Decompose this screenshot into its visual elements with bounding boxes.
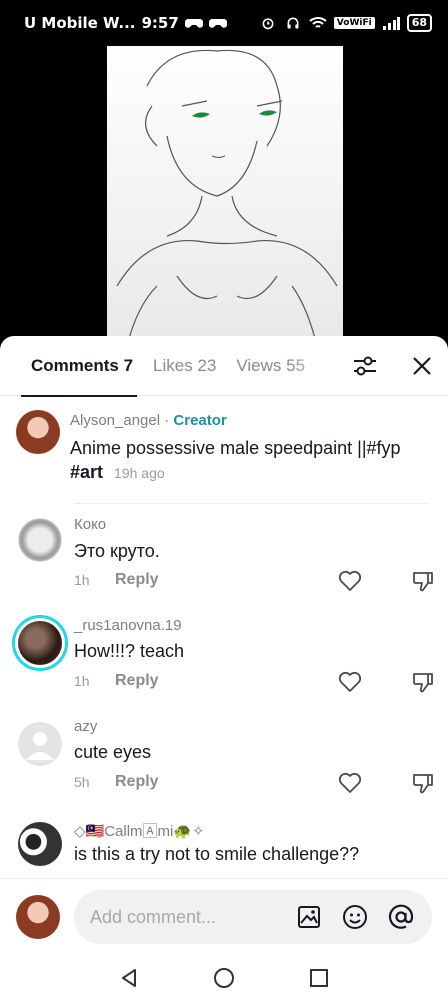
comments-sheet: Comments 7 Likes 23 Views 55 Alyson_ange…	[0, 336, 448, 956]
thumbs-down-icon[interactable]	[411, 772, 435, 794]
thumbs-down-icon[interactable]	[411, 570, 435, 592]
comment-text: Anime possessive male speedpaint ||#fyp	[70, 438, 401, 458]
wifi-icon	[309, 17, 327, 28]
emoji-icon[interactable]	[342, 904, 368, 930]
clock: 9:57	[141, 14, 179, 32]
reply-button[interactable]: Reply	[115, 571, 159, 589]
comment-time: 5h	[74, 774, 90, 790]
game-controller-icon	[184, 19, 203, 28]
close-icon[interactable]	[409, 353, 435, 379]
mention-icon[interactable]	[388, 904, 414, 930]
comment-text: cute eyes	[74, 742, 152, 762]
tab-fade-overlay	[290, 336, 340, 395]
battery-indicator: 68	[406, 14, 432, 32]
video-preview[interactable]	[107, 46, 343, 346]
tab-comments[interactable]: Comments 7	[20, 336, 138, 397]
comment-time: 1h	[74, 673, 90, 689]
comment-item: Alyson_angel · Creator Anime possessive …	[0, 402, 448, 502]
divider	[74, 503, 428, 504]
comment-username[interactable]: azy	[74, 718, 97, 735]
headphones-icon	[287, 17, 299, 29]
default-avatar-icon	[26, 732, 54, 760]
heart-icon[interactable]	[338, 671, 362, 693]
recents-icon[interactable]	[307, 966, 331, 990]
filter-icon[interactable]	[352, 354, 378, 378]
heart-icon[interactable]	[338, 570, 362, 592]
comment-text-cont: #art 19h ago	[70, 462, 165, 482]
tab-bar: Comments 7 Likes 23 Views 55	[0, 336, 448, 397]
avatar[interactable]	[18, 518, 62, 562]
system-nav-bar	[0, 956, 448, 1000]
comment-username[interactable]: Alyson_angel · Creator	[70, 412, 227, 429]
sketch-artwork	[116, 49, 338, 346]
back-icon[interactable]	[117, 966, 141, 990]
comment-input-box[interactable]	[74, 890, 432, 944]
signal-icon	[382, 17, 400, 30]
comment-time: 19h ago	[114, 465, 165, 481]
avatar[interactable]	[18, 822, 62, 866]
carrier-label: U Mobile W...	[24, 14, 136, 32]
heart-icon[interactable]	[338, 772, 362, 794]
comment-text: How!!!? teach	[74, 641, 185, 661]
comment-item: azy cute eyes 5h Reply	[0, 708, 448, 808]
game-controller-icon	[208, 19, 227, 28]
status-bar: U Mobile W... 9:57 VoWiFi 68	[0, 0, 448, 46]
creator-badge: Creator	[173, 412, 227, 429]
comment-time: 1h	[74, 572, 90, 588]
avatar[interactable]	[18, 722, 62, 766]
avatar[interactable]	[16, 410, 60, 454]
reply-button[interactable]: Reply	[115, 773, 159, 791]
avatar-with-story-ring[interactable]	[12, 615, 68, 671]
my-avatar	[16, 895, 60, 939]
vowifi-badge: VoWiFi	[333, 17, 375, 29]
comment-username[interactable]: Коко	[74, 516, 106, 533]
comment-text: Это круто.	[74, 541, 160, 561]
comment-item: Коко Это круто. 1h Reply	[0, 506, 448, 606]
comment-username[interactable]: _rus1anovna.19	[74, 617, 182, 634]
tab-likes[interactable]: Likes 23	[153, 336, 216, 396]
image-icon[interactable]	[296, 904, 322, 930]
comment-composer	[0, 878, 448, 956]
comment-input[interactable]	[90, 890, 280, 944]
alarm-icon	[262, 18, 274, 30]
comment-item: _rus1anovna.19 How!!!? teach 1h Reply	[0, 607, 448, 707]
comment-username[interactable]: ◇🇲🇾Callm🄰mi🐢✧	[74, 820, 205, 841]
reply-button[interactable]: Reply	[115, 672, 159, 690]
home-icon[interactable]	[212, 966, 236, 990]
comment-text: is this a try not to smile challenge??	[74, 844, 360, 864]
thumbs-down-icon[interactable]	[411, 671, 435, 693]
comment-item: ◇🇲🇾Callm🄰mi🐢✧ is this a try not to smile…	[0, 810, 448, 880]
